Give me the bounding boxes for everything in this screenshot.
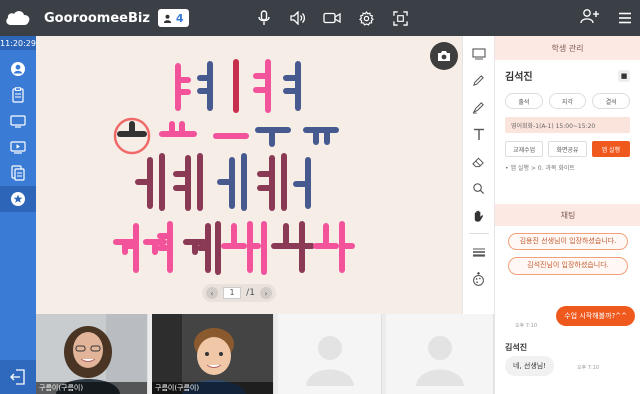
search-icon bbox=[473, 183, 485, 195]
tool-palette[interactable] bbox=[463, 265, 495, 292]
document-icon bbox=[11, 165, 25, 181]
play-icon bbox=[10, 140, 26, 154]
app-root: GooroomeeBiz 4 11:20:29 ‹ 1 /1 › 구름이(구름이… bbox=[0, 0, 640, 394]
tool-hand[interactable] bbox=[463, 202, 495, 229]
sidebar-media[interactable] bbox=[0, 134, 36, 160]
star-icon bbox=[11, 192, 25, 206]
whiteboard-toolbar bbox=[462, 36, 494, 314]
text-icon bbox=[473, 128, 484, 140]
snapshot-button[interactable] bbox=[430, 42, 458, 70]
video-tile-label: 구름이(구름이) bbox=[152, 382, 273, 394]
received-chat-bubble: 네, 선생님! bbox=[505, 356, 555, 376]
clipboard-icon bbox=[12, 87, 24, 103]
system-message: 김용진 선생님이 입장하셨습니다. bbox=[508, 233, 628, 251]
video-tile-teacher[interactable]: 구름이(구름이) bbox=[36, 314, 148, 394]
top-right-controls bbox=[580, 0, 632, 36]
textbook-class-button[interactable]: 교재수업 bbox=[505, 141, 544, 157]
prev-page-button[interactable]: ‹ bbox=[206, 287, 218, 299]
menu-icon[interactable] bbox=[618, 9, 632, 28]
board-icon bbox=[471, 47, 486, 59]
camera-small-icon[interactable]: ■ bbox=[618, 69, 630, 82]
run-app-button[interactable]: 앱 실행 bbox=[591, 141, 630, 157]
message-time: 오후 7:10 bbox=[515, 323, 538, 329]
whiteboard-drawing bbox=[113, 59, 355, 275]
class-schedule: 영어회화-1(A-1) 15:00~15:20 bbox=[505, 117, 630, 133]
lines-icon bbox=[472, 248, 485, 257]
attendance-buttons: 출석 지각 결석 bbox=[495, 83, 640, 109]
sidebar-favorites[interactable] bbox=[0, 186, 36, 212]
pen-icon bbox=[473, 75, 484, 86]
student-row: 김석진 ■ bbox=[495, 60, 640, 83]
tool-highlighter[interactable] bbox=[463, 94, 495, 121]
tool-eraser[interactable] bbox=[463, 148, 495, 175]
speaker-icon[interactable] bbox=[289, 9, 307, 27]
attendance-present-button[interactable]: 출석 bbox=[505, 93, 543, 109]
video-tile-label: 구름이(구름이) bbox=[36, 382, 147, 394]
attendance-absent-button[interactable]: 결석 bbox=[592, 93, 631, 109]
media-controls bbox=[255, 0, 409, 36]
session-timer: 11:20:29 bbox=[0, 36, 36, 50]
tool-line-weight[interactable] bbox=[463, 238, 495, 265]
exit-button[interactable] bbox=[0, 360, 36, 394]
person-circle-icon bbox=[11, 62, 25, 76]
participant-name: 구름이(구름이) bbox=[39, 384, 84, 392]
person-icon bbox=[163, 14, 172, 23]
tool-pen[interactable] bbox=[463, 67, 495, 94]
hand-icon bbox=[474, 210, 484, 222]
participant-name: 구름이(구름이) bbox=[155, 384, 200, 392]
sender-name: 김석진 bbox=[505, 343, 528, 352]
student-name: 김석진 bbox=[505, 72, 533, 83]
empty-avatar-icon bbox=[416, 336, 464, 386]
cloud-logo-icon bbox=[0, 0, 36, 36]
my-chat-bubble: 수업 시작해볼까?^^ bbox=[556, 306, 635, 326]
exit-icon bbox=[10, 369, 25, 385]
chat-header: 채팅 bbox=[495, 204, 640, 226]
video-tile-student[interactable]: 구름이(구름이) bbox=[152, 314, 274, 394]
eraser-icon bbox=[472, 157, 484, 167]
brand-name: GooroomeeBiz bbox=[44, 10, 150, 26]
video-strip: 구름이(구름이) 구름이(구름이) bbox=[36, 314, 494, 394]
fullscreen-icon[interactable] bbox=[391, 9, 409, 27]
app-note: • 앱 실행 > 0. 과목 화이트 bbox=[505, 165, 575, 172]
top-bar: GooroomeeBiz 4 bbox=[0, 0, 640, 36]
chat-messages: 김용진 선생님이 입장하셨습니다. 김석진님이 입장하셨습니다. 수업 시작해볼… bbox=[495, 226, 640, 394]
empty-avatar-icon bbox=[306, 336, 354, 386]
class-action-buttons: 교재수업 화면공유 앱 실행 bbox=[495, 133, 640, 157]
left-sidebar: 11:20:29 bbox=[0, 36, 36, 394]
palette-icon bbox=[473, 271, 484, 286]
monitor-icon bbox=[10, 114, 26, 128]
participant-count-badge[interactable]: 4 bbox=[157, 9, 189, 27]
video-tile-empty bbox=[386, 314, 494, 394]
highlighter-icon bbox=[472, 102, 484, 114]
page-total: /1 bbox=[246, 288, 255, 298]
sidebar-participants[interactable] bbox=[0, 56, 36, 82]
sidebar-screen[interactable] bbox=[0, 108, 36, 134]
screen-share-button[interactable]: 화면공유 bbox=[548, 141, 587, 157]
settings-icon[interactable] bbox=[357, 9, 375, 27]
camera-icon bbox=[438, 51, 450, 61]
next-page-button[interactable]: › bbox=[260, 287, 272, 299]
attendance-late-button[interactable]: 지각 bbox=[548, 93, 587, 109]
right-panel: 학생 관리 김석진 ■ 출석 지각 결석 영어회화-1(A-1) 15:00~1… bbox=[494, 36, 640, 394]
page-navigator: ‹ 1 /1 › bbox=[202, 284, 276, 302]
participant-count: 4 bbox=[175, 11, 184, 25]
whiteboard[interactable]: ‹ 1 /1 › bbox=[36, 36, 462, 314]
sidebar-clipboard[interactable] bbox=[0, 82, 36, 108]
student-management-header: 학생 관리 bbox=[495, 36, 640, 60]
tool-text[interactable] bbox=[463, 121, 495, 148]
tool-search[interactable] bbox=[463, 175, 495, 202]
system-message: 김석진님이 입장하셨습니다. bbox=[508, 257, 628, 275]
camera-icon[interactable] bbox=[323, 9, 341, 27]
add-user-icon[interactable] bbox=[580, 8, 600, 28]
mic-icon[interactable] bbox=[255, 9, 273, 27]
tool-board[interactable] bbox=[463, 40, 495, 67]
video-tile-empty bbox=[278, 314, 382, 394]
page-input[interactable]: 1 bbox=[223, 287, 242, 299]
sidebar-documents[interactable] bbox=[0, 160, 36, 186]
message-time: 오후 7:10 bbox=[577, 365, 600, 371]
